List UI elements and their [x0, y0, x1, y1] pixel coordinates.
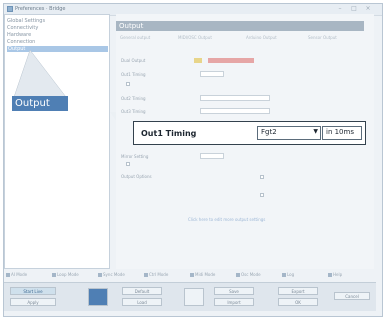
- save-button[interactable]: Save: [214, 287, 254, 295]
- footer-toolbar: Start Live Apply Default Load Save Impor…: [4, 282, 376, 311]
- output-tabs: General output MIDI/OSC Output Arduino O…: [116, 35, 366, 43]
- cancel-button[interactable]: Cancel: [334, 292, 370, 300]
- mode-strip: AI Mode Loop Mode Sync Mode Ctrl Mode Mi…: [4, 272, 376, 280]
- sidebar-item-hardware[interactable]: Hardware: [7, 32, 31, 38]
- dual-output-label: Dual Output: [121, 58, 146, 63]
- tab-general-output[interactable]: General output: [120, 35, 150, 40]
- magnifier-callout: Out1 Timing Fgt2 ▼ in 10ms: [133, 121, 366, 145]
- tab-midi-osc-output[interactable]: MIDI/OSC Output: [178, 35, 212, 40]
- mode-log[interactable]: Log: [282, 272, 294, 277]
- section-title: Output: [116, 21, 364, 31]
- mode-label: Ctrl Mode: [149, 272, 169, 277]
- close-icon[interactable]: ×: [362, 5, 374, 13]
- out1-checkbox[interactable]: [126, 82, 130, 86]
- out3-timing-field[interactable]: [200, 108, 270, 114]
- app-icon: [7, 6, 13, 12]
- mirror-checkbox[interactable]: [126, 162, 130, 166]
- mode-ai[interactable]: AI Mode: [6, 272, 27, 277]
- mode-label: Log: [287, 272, 295, 277]
- out1-timing-zoom-label: Out1 Timing: [141, 129, 197, 138]
- window-title: Preferences · Bridge: [15, 6, 66, 12]
- out3-timing-label: Out3 Timing: [121, 109, 146, 114]
- mode-osc[interactable]: Osc Mode: [236, 272, 261, 277]
- tab-arduino-output[interactable]: Arduino Output: [246, 35, 277, 40]
- mode-icon: [144, 273, 148, 277]
- dual-output-range[interactable]: [208, 58, 254, 63]
- mode-label: Help: [333, 272, 343, 277]
- mode-label: Loop Mode: [57, 272, 79, 277]
- mode-midi[interactable]: Midi Mode: [190, 272, 215, 277]
- timing-select[interactable]: Fgt2 ▼: [257, 126, 321, 140]
- dual-output-chip[interactable]: [194, 58, 202, 63]
- out2-timing-field[interactable]: [200, 95, 270, 101]
- apply-button[interactable]: Apply: [10, 298, 56, 306]
- screen-icon[interactable]: [88, 288, 108, 306]
- mode-label: Midi Mode: [195, 272, 216, 277]
- mirror-setting-field[interactable]: [200, 153, 224, 159]
- mode-icon: [98, 273, 102, 277]
- start-live-button[interactable]: Start Live: [10, 287, 56, 295]
- maximize-icon[interactable]: □: [348, 5, 360, 13]
- sidebar-item-connectivity[interactable]: Connectivity: [7, 25, 38, 31]
- mode-icon: [282, 273, 286, 277]
- ok-button[interactable]: OK: [278, 298, 318, 306]
- minimize-icon[interactable]: –: [334, 5, 346, 13]
- mode-icon: [52, 273, 56, 277]
- mode-icon: [328, 273, 332, 277]
- default-button[interactable]: Default: [122, 287, 162, 295]
- sidebar-item-output[interactable]: Output: [7, 46, 108, 52]
- export-button[interactable]: Export: [278, 287, 318, 295]
- sidebar-item-global[interactable]: Global Settings: [7, 18, 45, 24]
- mode-help[interactable]: Help: [328, 272, 342, 277]
- mode-icon: [6, 273, 10, 277]
- out2-timing-label: Out2 Timing: [121, 96, 146, 101]
- more-settings-link[interactable]: Click here to edit more output settings: [188, 217, 265, 222]
- transfer-icon[interactable]: [184, 288, 204, 306]
- chevron-down-icon[interactable]: ▼: [313, 128, 318, 135]
- mode-ctrl[interactable]: Ctrl Mode: [144, 272, 168, 277]
- timing-select-value: Fgt2: [261, 128, 277, 136]
- mode-icon: [190, 273, 194, 277]
- load-button[interactable]: Load: [122, 298, 162, 306]
- output-options-checkbox-2[interactable]: [260, 193, 264, 197]
- mode-label: Osc Mode: [241, 272, 261, 277]
- mirror-setting-label: Mirror Setting: [121, 154, 149, 159]
- output-callout: Output: [12, 96, 68, 111]
- import-button[interactable]: Import: [214, 298, 254, 306]
- output-options-label: Output Options: [121, 174, 152, 179]
- settings-sidebar: Global Settings Connectivity Hardware Co…: [4, 14, 110, 269]
- mode-sync[interactable]: Sync Mode: [98, 272, 125, 277]
- tab-sensor-output[interactable]: Sensor Output: [308, 35, 337, 40]
- out1-timing-field[interactable]: [200, 71, 224, 77]
- mode-label: Sync Mode: [103, 272, 125, 277]
- mode-icon: [236, 273, 240, 277]
- sidebar-item-connection[interactable]: Connection: [7, 39, 35, 45]
- out1-timing-label: Out1 Timing: [121, 72, 146, 77]
- timing-unit-value: in 10ms: [326, 128, 354, 136]
- mode-label: AI Mode: [11, 272, 28, 277]
- mode-loop[interactable]: Loop Mode: [52, 272, 79, 277]
- timing-unit-field[interactable]: in 10ms: [322, 126, 362, 140]
- output-options-checkbox[interactable]: [260, 175, 264, 179]
